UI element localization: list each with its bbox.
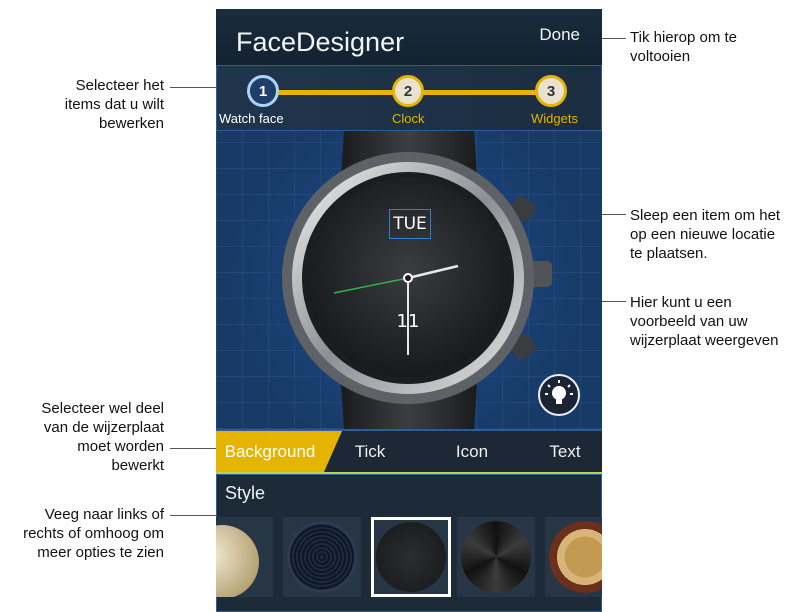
callout-line: Veeg naar links of [44,506,164,523]
callout-line: van de wijzerplaat [43,419,164,436]
style-option-brushed-black[interactable] [457,517,535,597]
step-3-label[interactable]: Widgets [531,111,578,126]
callout-line: Hier kunt u een [630,294,732,311]
callout-leader [170,448,222,449]
day-selection-box[interactable]: TUE [389,209,431,239]
style-option-gold[interactable] [216,517,273,597]
callout-line: te plaatsen. [630,245,708,262]
style-panel: Style [216,474,602,612]
step-1-button[interactable]: 1 [247,75,279,107]
callout-line: op een nieuwe locatie [630,226,776,243]
callout-preview: Hier kunt u een voorbeeld van uw wijzerp… [630,293,798,350]
step-2-button[interactable]: 2 [392,75,424,107]
callout-line: voorbeeld van uw [630,313,748,330]
phone-screen: FaceDesigner Done 1 2 3 Watch face Clock… [216,9,602,612]
callout-line: rechts of omhoog om [23,525,164,542]
step-2-label[interactable]: Clock [392,111,425,126]
callout-line: bewerkt [111,457,164,474]
tab-background[interactable]: Background [216,431,324,472]
lightbulb-icon [545,380,573,404]
tab-text[interactable]: Text [534,431,596,472]
callout-drag-item: Sleep een item om het op een nieuwe loca… [630,206,798,263]
app-title: FaceDesigner [236,27,405,57]
callout-line: Tik hierop om te [630,29,737,46]
style-label: Style [225,483,266,503]
callout-leader [170,515,222,516]
callout-line: wijzerplaat weergeven [630,332,779,349]
callout-leader [170,87,222,88]
tab-tick[interactable]: Tick [336,431,404,472]
callout-line: bewerken [98,115,164,132]
callout-line: voltooien [630,48,691,65]
callout-line: Selecteer het [75,77,164,94]
callout-select-items: Selecteer het items dat u wilt bewerken [0,76,164,133]
part-tabs: Background Tick Icon Text [216,429,602,474]
callout-line: meer opties te zien [37,544,164,561]
style-option-blue-dark[interactable] [283,517,361,597]
done-button[interactable]: Done [539,25,580,45]
style-option-dark-texture[interactable] [371,517,451,597]
callout-line: moet worden [77,438,164,455]
callout-line: items dat u wilt [64,96,164,113]
date-label[interactable]: 11 [388,311,428,332]
callout-line: Selecteer wel deel [41,400,164,417]
callout-select-part: Selecteer wel deel van de wijzerplaat mo… [0,399,164,475]
tab-icon[interactable]: Icon [438,431,506,472]
step-progress: 1 2 3 Watch face Clock Widgets [216,65,602,131]
app-bar: FaceDesigner Done [216,9,602,65]
tips-button[interactable] [538,374,580,416]
step-3-button[interactable]: 3 [535,75,567,107]
style-option-wood[interactable] [545,517,602,597]
callout-line: Sleep een item om het [630,207,781,224]
callout-done: Tik hierop om te voltooien [630,28,795,66]
callout-swipe: Veeg naar links of rechts of omhoog om m… [0,505,164,562]
step-1-label[interactable]: Watch face [219,111,284,126]
watch-preview: TUE 11 [216,131,602,429]
day-label: TUE [393,214,427,234]
